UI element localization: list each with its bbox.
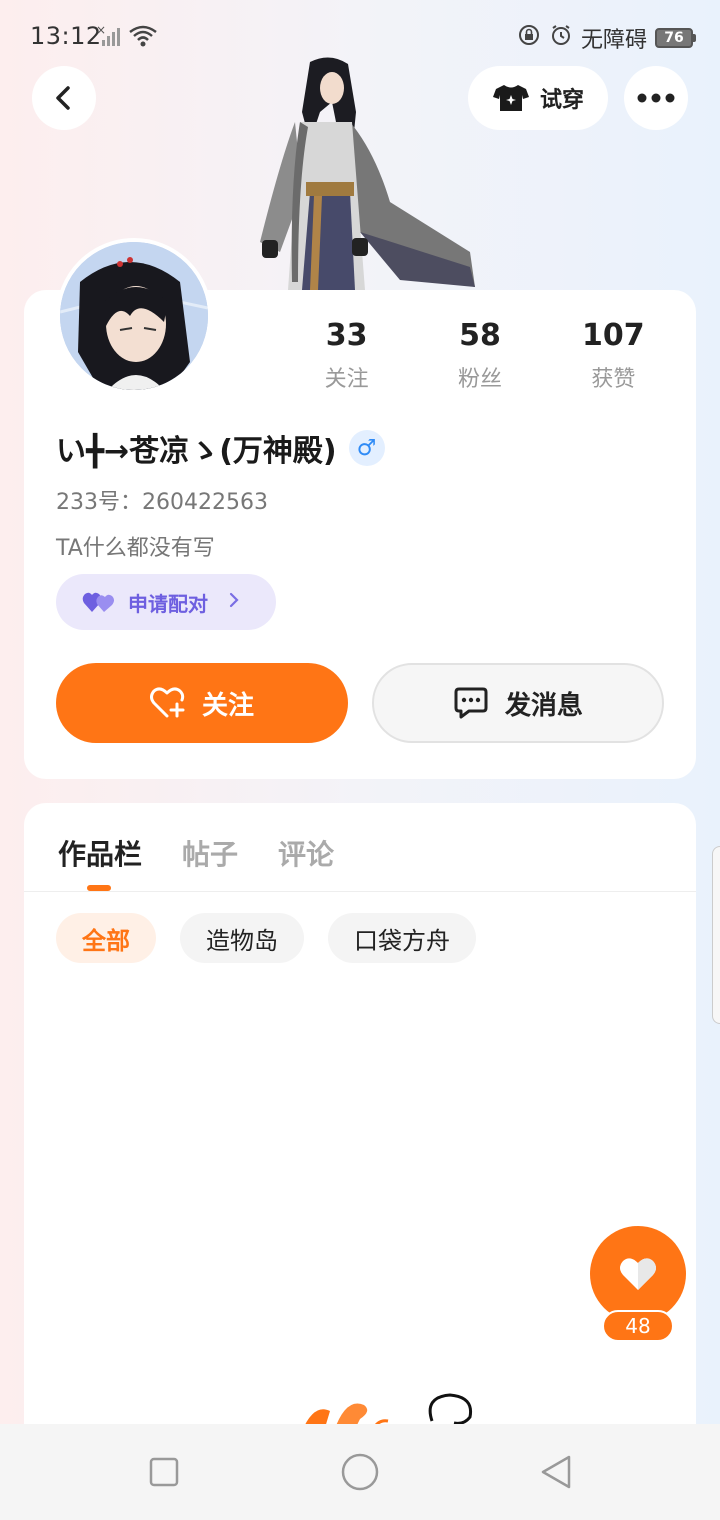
stat-fans-label: 粉丝 <box>457 367 502 392</box>
stat-following[interactable]: 33 关注 <box>280 318 413 393</box>
chat-bubble-icon <box>454 687 488 719</box>
battery-level: 76 <box>655 28 693 48</box>
chip-pocket-ark[interactable]: 口袋方舟 <box>328 913 476 963</box>
filter-chips: 全部 造物岛 口袋方舟 <box>56 913 476 963</box>
back-nav-button[interactable] <box>532 1448 580 1496</box>
send-message-label: 发消息 <box>504 690 583 721</box>
double-heart-icon <box>82 592 114 612</box>
more-dots-icon <box>637 93 675 103</box>
stat-likes-label: 获赞 <box>591 367 636 392</box>
stat-likes-value: 107 <box>582 318 645 353</box>
svg-text:×: × <box>96 24 106 37</box>
stat-fans-value: 58 <box>459 318 501 353</box>
male-gender-icon: ♂ <box>348 430 385 466</box>
lock-rotation-icon <box>517 23 541 53</box>
chevron-left-icon <box>56 86 70 110</box>
stat-following-label: 关注 <box>324 367 369 392</box>
avatar[interactable] <box>56 238 212 394</box>
chip-creation-island[interactable]: 造物岛 <box>180 913 304 963</box>
stat-following-value: 33 <box>325 318 368 353</box>
alarm-icon <box>549 23 573 53</box>
triangle-back-icon <box>541 1455 571 1489</box>
profile-stats: 33 关注 58 粉丝 107 获赞 <box>280 318 680 393</box>
user-bio: TA什么都没有写 <box>56 536 215 561</box>
system-navigation-bar <box>0 1424 720 1520</box>
tshirt-icon <box>492 85 529 111</box>
try-on-label: 试穿 <box>539 88 584 113</box>
stat-fans[interactable]: 58 粉丝 <box>413 318 546 393</box>
floating-like-count: 48 <box>602 1310 674 1342</box>
tab-works[interactable]: 作品栏 <box>58 833 142 873</box>
cellular-signal-icon: × <box>96 23 124 52</box>
username-row: い╋→苍凉ゝ(万神殿) ♂ <box>56 426 385 470</box>
accessibility-label: 无障碍 <box>580 28 647 53</box>
tabs-divider <box>24 891 696 892</box>
follow-label: 关注 <box>201 690 254 721</box>
content-card: 作品栏 帖子 评论 全部 造物岛 口袋方舟 <box>24 803 696 1443</box>
status-time: 13:12 <box>30 22 102 50</box>
content-tabs: 作品栏 帖子 评论 <box>58 833 334 873</box>
tab-comments[interactable]: 评论 <box>278 833 334 873</box>
heart-plus-icon <box>149 687 185 718</box>
home-button[interactable] <box>336 1448 384 1496</box>
send-message-button[interactable]: 发消息 <box>372 663 664 743</box>
chip-all[interactable]: 全部 <box>56 913 156 963</box>
battery-icon: 76 <box>655 28 696 48</box>
request-pair-label: 申请配对 <box>128 591 208 616</box>
username: い╋→苍凉ゝ(万神殿) <box>56 434 337 469</box>
floating-like-button[interactable] <box>590 1226 686 1322</box>
wifi-icon <box>128 24 158 52</box>
request-pair-button[interactable]: 申请配对 <box>56 574 276 630</box>
side-drawer-handle[interactable] <box>712 846 720 1024</box>
more-options-button[interactable] <box>624 66 688 130</box>
character-model-image <box>240 52 490 290</box>
heart-icon <box>620 1258 656 1290</box>
user-id: 233号：260422563 <box>56 490 268 515</box>
back-button[interactable] <box>32 66 96 130</box>
tab-posts[interactable]: 帖子 <box>182 833 238 873</box>
follow-button[interactable]: 关注 <box>56 663 348 743</box>
stat-likes[interactable]: 107 获赞 <box>547 318 680 393</box>
circle-icon <box>341 1453 379 1491</box>
chevron-right-icon <box>228 590 240 615</box>
square-icon <box>149 1457 179 1487</box>
recent-apps-button[interactable] <box>140 1448 188 1496</box>
